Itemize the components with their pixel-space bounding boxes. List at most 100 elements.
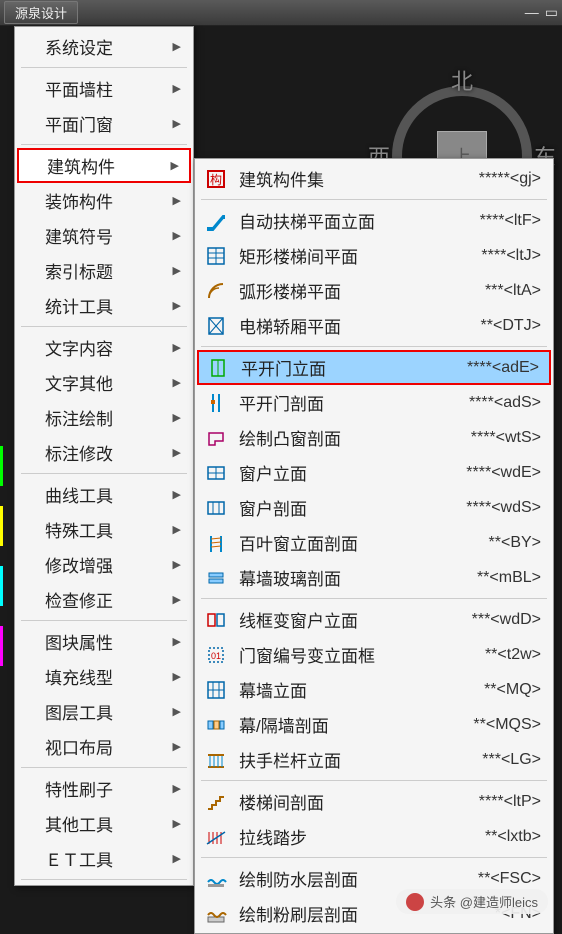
menu-item-2[interactable]: 平面门窗▶ [17, 106, 191, 141]
watermark-text: 头条 @建造师leics [430, 892, 538, 911]
submenu-item-5[interactable]: 平开门立面****<adE> [197, 350, 551, 385]
menu-item-5[interactable]: 建筑符号▶ [17, 218, 191, 253]
chevron-right-icon: ▶ [173, 376, 181, 389]
menu-item-label: 检查修正 [45, 587, 113, 612]
menu-separator [21, 767, 187, 768]
sub-menu: 构建筑构件集*****<gj>自动扶梯平面立面****<ltF>矩形楼梯间平面*… [194, 158, 554, 934]
menu-item-11[interactable]: 标注修改▶ [17, 435, 191, 470]
app-title-button[interactable]: 源泉设计 [4, 1, 78, 24]
menu-separator [201, 598, 547, 599]
submenu-item-3[interactable]: 弧形楼梯平面***<ltA> [197, 273, 551, 308]
compass-north[interactable]: 北 [451, 64, 473, 96]
menu-separator [21, 473, 187, 474]
menu-separator [21, 879, 187, 880]
submenu-item-17[interactable]: 楼梯间剖面****<ltP> [197, 784, 551, 819]
menu-item-label: 平面门窗 [45, 111, 113, 136]
menu-item-6[interactable]: 索引标题▶ [17, 253, 191, 288]
submenu-item-13[interactable]: 01 门窗编号变立面框 **<t2w> [197, 637, 551, 672]
chevron-right-icon: ▶ [173, 817, 181, 830]
submenu-item-label: 门窗编号变立面框 [239, 642, 375, 667]
submenu-item-12[interactable]: 线框变窗户立面***<wdD> [197, 602, 551, 637]
window-elev-icon [203, 460, 229, 486]
submenu-item-6[interactable]: 平开门剖面****<adS> [197, 385, 551, 420]
menu-item-21[interactable]: 其他工具▶ [17, 806, 191, 841]
submenu-item-shortcut: *****<gj> [479, 170, 541, 188]
submenu-item-0[interactable]: 构建筑构件集*****<gj> [197, 161, 551, 196]
menu-item-14[interactable]: 修改增强▶ [17, 547, 191, 582]
submenu-item-shortcut: **<FSC> [478, 870, 541, 888]
menu-item-9[interactable]: 文字其他▶ [17, 365, 191, 400]
submenu-item-18[interactable]: 拉线踏步 **<lxtb> [197, 819, 551, 854]
menu-item-label: 图层工具 [45, 699, 113, 724]
menu-item-12[interactable]: 曲线工具▶ [17, 477, 191, 512]
chevron-right-icon: ▶ [171, 159, 179, 172]
svg-text:01: 01 [211, 651, 221, 661]
menu-item-10[interactable]: 标注绘制▶ [17, 400, 191, 435]
submenu-item-11[interactable]: 幕墙玻璃剖面 **<mBL> [197, 560, 551, 595]
submenu-item-label: 线框变窗户立面 [239, 607, 358, 632]
menu-item-16[interactable]: 图块属性▶ [17, 624, 191, 659]
submenu-item-label: 自动扶梯平面立面 [239, 208, 375, 233]
menu-item-18[interactable]: 图层工具 ▶ [17, 694, 191, 729]
menu-separator [201, 199, 547, 200]
avatar-icon [406, 893, 424, 911]
submenu-item-1[interactable]: 自动扶梯平面立面 ****<ltF> [197, 203, 551, 238]
minimize-icon[interactable]: — [525, 4, 539, 21]
submenu-item-label: 矩形楼梯间平面 [239, 243, 358, 268]
menu-separator [201, 857, 547, 858]
submenu-item-shortcut: **<lxtb> [485, 828, 541, 846]
submenu-item-label: 窗户剖面 [239, 495, 307, 520]
menu-item-label: 建筑构件 [47, 153, 115, 178]
submenu-item-16[interactable]: 扶手栏杆立面***<LG> [197, 742, 551, 777]
chevron-right-icon: ▶ [173, 852, 181, 865]
submenu-item-shortcut: ****<ltF> [480, 212, 541, 230]
menu-item-20[interactable]: 特性刷子▶ [17, 771, 191, 806]
menu-item-3[interactable]: 建筑构件 ▶ [17, 148, 191, 183]
submenu-item-label: 绘制凸窗剖面 [239, 425, 341, 450]
submenu-item-shortcut: **<mBL> [477, 569, 541, 587]
curtain-wall-icon [203, 677, 229, 703]
submenu-item-shortcut: **<DTJ> [481, 317, 541, 335]
submenu-item-14[interactable]: 幕墙立面**<MQ> [197, 672, 551, 707]
window-section-icon [203, 495, 229, 521]
submenu-item-2[interactable]: 矩形楼梯间平面****<ltJ> [197, 238, 551, 273]
menu-item-1[interactable]: 平面墙柱▶ [17, 71, 191, 106]
menu-item-8[interactable]: 文字内容▶ [17, 330, 191, 365]
submenu-item-15[interactable]: 幕/隔墙剖面**<MQS> [197, 707, 551, 742]
escalator-icon [203, 208, 229, 234]
submenu-item-8[interactable]: 窗户立面****<wdE> [197, 455, 551, 490]
elevator-icon [203, 313, 229, 339]
arc-stair-icon [203, 278, 229, 304]
menu-item-0[interactable]: 系统设定▶ [17, 29, 191, 64]
submenu-item-shortcut: ***<LG> [482, 751, 541, 769]
submenu-item-4[interactable]: 电梯轿厢平面**<DTJ> [197, 308, 551, 343]
menu-item-22[interactable]: ＥＴ工具 ▶ [17, 841, 191, 876]
submenu-item-10[interactable]: 百叶窗立面剖面**<BY> [197, 525, 551, 560]
stair-section-icon [203, 789, 229, 815]
chevron-right-icon: ▶ [173, 40, 181, 53]
chevron-right-icon: ▶ [173, 705, 181, 718]
submenu-item-label: 幕墙玻璃剖面 [239, 565, 341, 590]
waterproof-icon [203, 866, 229, 892]
menu-item-label: ＥＴ工具 [45, 846, 113, 871]
submenu-item-shortcut: ****<wtS> [471, 429, 541, 447]
menu-item-7[interactable]: 统计工具▶ [17, 288, 191, 323]
submenu-item-shortcut: **<t2w> [485, 646, 541, 664]
menu-item-17[interactable]: 填充线型▶ [17, 659, 191, 694]
menu-item-label: 填充线型 [45, 664, 113, 689]
submenu-item-7[interactable]: 绘制凸窗剖面 ****<wtS> [197, 420, 551, 455]
menu-item-19[interactable]: 视口布局▶ [17, 729, 191, 764]
menu-item-label: 文字内容 [45, 335, 113, 360]
menu-item-label: 特殊工具 [45, 517, 113, 542]
menu-item-4[interactable]: 装饰构件▶ [17, 183, 191, 218]
restore-icon[interactable]: ▭ [545, 4, 558, 21]
chevron-right-icon: ▶ [173, 411, 181, 424]
svg-text:构: 构 [210, 172, 222, 187]
submenu-item-9[interactable]: 窗户剖面****<wdS> [197, 490, 551, 525]
menu-item-15[interactable]: 检查修正▶ [17, 582, 191, 617]
submenu-item-label: 拉线踏步 [239, 824, 307, 849]
submenu-item-label: 弧形楼梯平面 [239, 278, 341, 303]
wireframe-window-icon [203, 607, 229, 633]
menu-item-13[interactable]: 特殊工具▶ [17, 512, 191, 547]
menu-item-label: 统计工具 [45, 293, 113, 318]
